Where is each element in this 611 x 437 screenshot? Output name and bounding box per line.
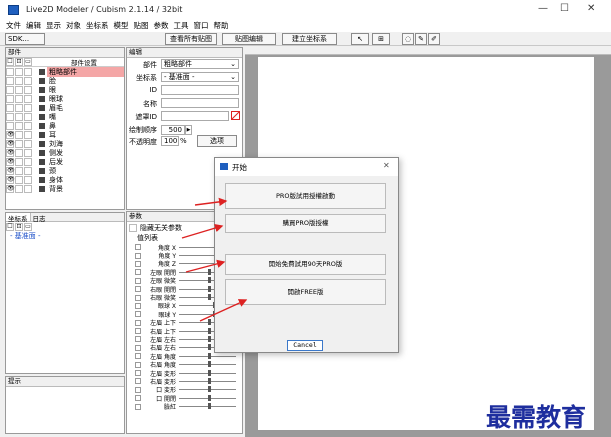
arrow-2 xyxy=(181,223,224,239)
arrow-3 xyxy=(185,259,226,273)
watermark: 最需教育 xyxy=(486,403,587,432)
arrow-1 xyxy=(194,197,228,207)
annotation-arrows xyxy=(181,197,248,322)
arrow-4 xyxy=(199,299,248,322)
